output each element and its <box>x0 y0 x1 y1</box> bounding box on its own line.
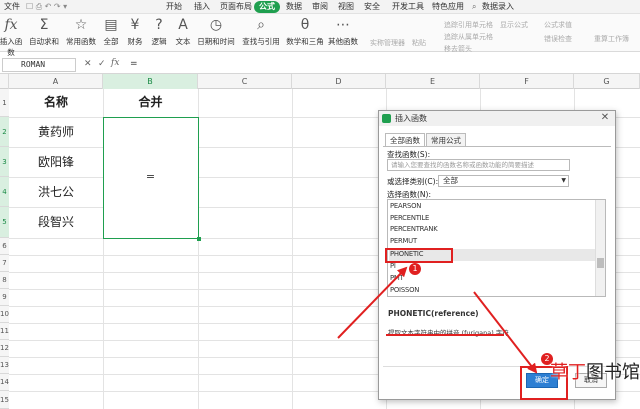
arrow-to-ok <box>473 291 538 374</box>
annotation-arrows <box>337 266 538 374</box>
watermark: 草丁图书馆 <box>550 362 640 383</box>
arrow-to-phonetic <box>337 266 408 339</box>
